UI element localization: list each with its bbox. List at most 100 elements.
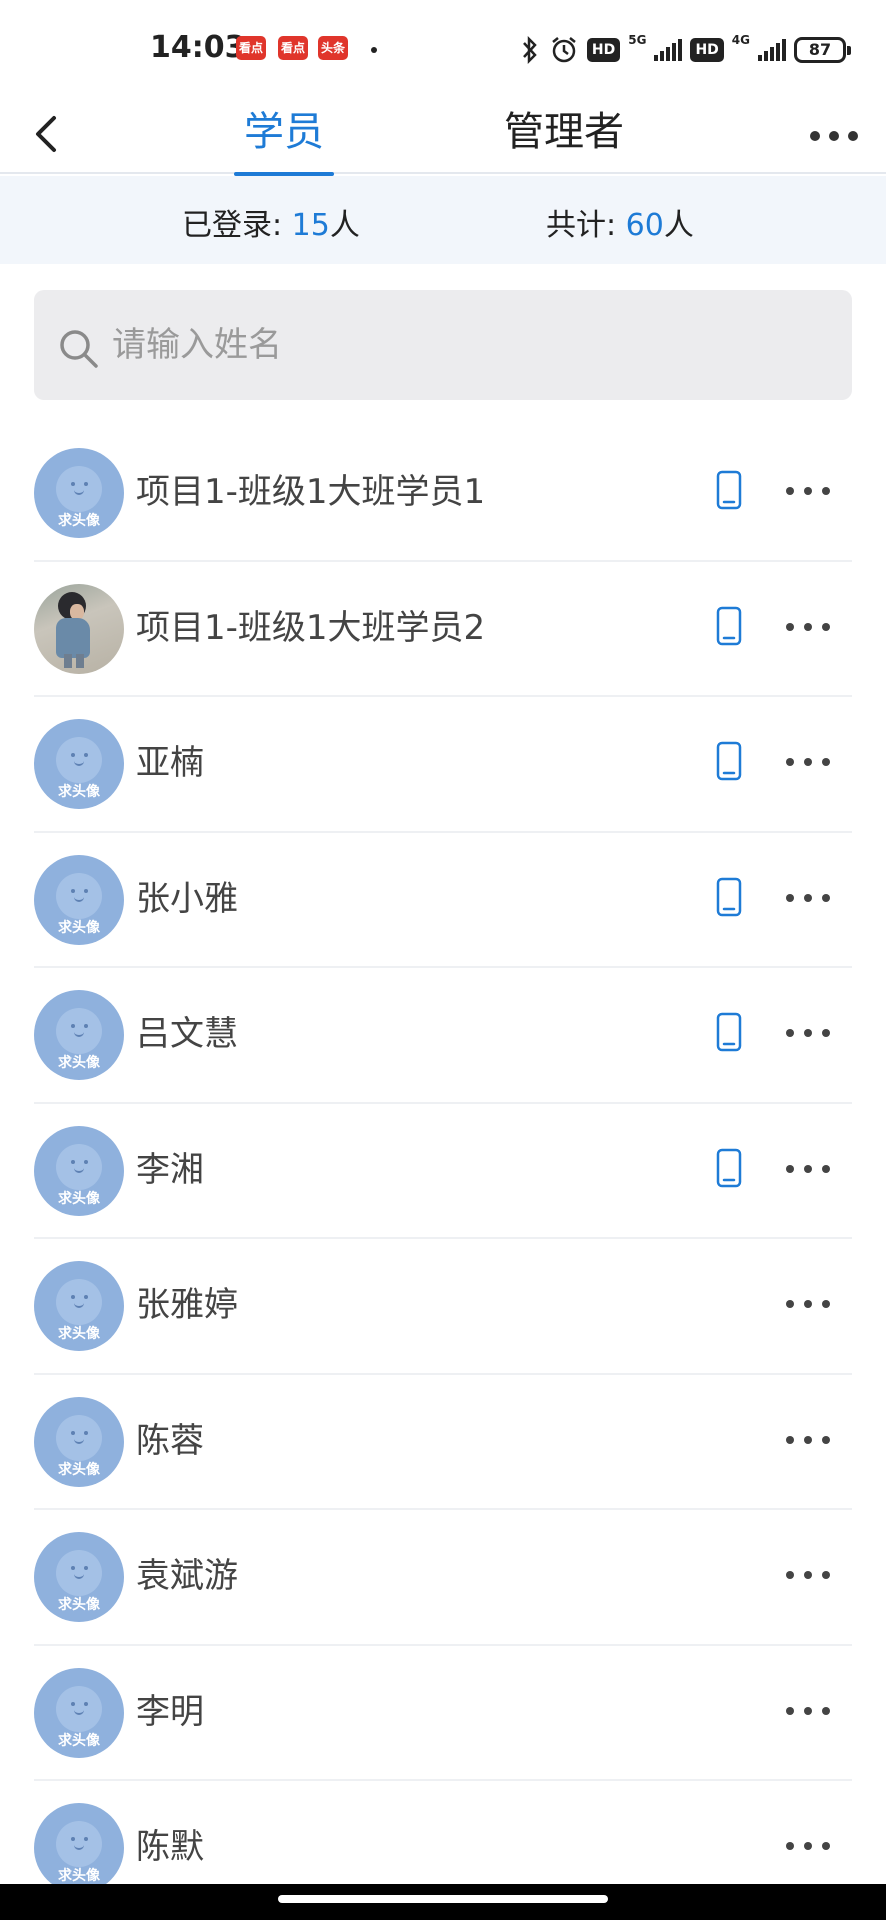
notification-dot	[371, 47, 377, 53]
row-more-button[interactable]	[786, 486, 830, 496]
login-summary: 已登录: 15人 共计: 60人	[0, 176, 886, 264]
avatar: 求头像	[34, 990, 124, 1080]
student-name: 陈默	[136, 1827, 204, 1867]
avatar: 求头像	[34, 448, 124, 538]
list-item[interactable]: 求头像 项目1-班级1大班学员1	[0, 426, 886, 562]
hd-badge: HD	[690, 38, 724, 62]
row-more-button[interactable]	[786, 893, 830, 903]
student-name: 李明	[136, 1691, 204, 1732]
row-more-button[interactable]	[786, 1028, 830, 1038]
row-more-button[interactable]	[786, 1435, 830, 1445]
row-more-button[interactable]	[786, 757, 830, 767]
row-more-button[interactable]	[786, 1164, 830, 1174]
row-more-button[interactable]	[786, 1299, 830, 1309]
student-name: 吕文慧	[136, 1014, 238, 1054]
student-list: 求头像 项目1-班级1大班学员1 项目1-班级1大班学员2 求头像 亚楠 求头像 张小雅 求头…	[0, 426, 886, 1917]
phone-icon	[716, 606, 742, 645]
kandian-app-icon: 看点	[278, 36, 308, 60]
more-options-button[interactable]	[810, 116, 858, 156]
more-dot	[804, 622, 812, 631]
logged-label: 已登录:	[182, 208, 292, 243]
tab-managers[interactable]: 管理者	[498, 102, 630, 174]
more-dot	[804, 1435, 812, 1444]
system-nav-bar	[0, 1884, 886, 1920]
back-button[interactable]	[26, 104, 70, 164]
list-item[interactable]: 求头像 陈蓉	[0, 1375, 886, 1511]
more-dot	[804, 1706, 812, 1715]
list-item[interactable]: 求头像 李明	[0, 1646, 886, 1782]
tab-students[interactable]: 学员	[234, 102, 334, 176]
total-unit: 人	[663, 208, 694, 243]
student-name: 张雅婷	[136, 1285, 238, 1325]
list-item[interactable]: 项目1-班级1大班学员2	[0, 562, 886, 698]
more-dot	[822, 1029, 830, 1037]
more-dot	[786, 1300, 794, 1308]
more-dot	[786, 487, 794, 495]
row-more-button[interactable]	[786, 1841, 830, 1851]
total-label: 共计:	[546, 208, 626, 243]
list-item[interactable]: 求头像 张小雅	[0, 833, 886, 969]
more-dot	[804, 893, 812, 902]
avatar-caption: 求头像	[58, 784, 100, 800]
list-item[interactable]: 求头像 袁斌游	[0, 1510, 886, 1646]
list-item[interactable]: 求头像 吕文慧	[0, 968, 886, 1104]
search-icon	[60, 330, 98, 368]
search-box[interactable]	[34, 290, 852, 400]
top-nav: 学员 管理者	[0, 96, 886, 176]
avatar-caption: 求头像	[58, 919, 100, 936]
total-number: 60	[625, 208, 664, 243]
network-5g-label: 5G	[628, 33, 647, 47]
hd-badge: HD	[586, 38, 621, 62]
list-item[interactable]: 求头像 张雅婷	[0, 1239, 886, 1375]
more-dot	[786, 1435, 794, 1444]
avatar-caption: 求头像	[58, 1461, 100, 1478]
more-dot	[829, 131, 839, 141]
status-time: 14:03	[150, 30, 246, 65]
network-4g-label: 4G	[731, 33, 750, 47]
row-more-button[interactable]	[786, 1706, 830, 1716]
more-dot	[804, 1300, 812, 1308]
more-dot	[804, 1164, 812, 1173]
phone-icon	[716, 1148, 742, 1187]
signal-icon	[654, 39, 683, 61]
more-dot	[822, 1706, 830, 1715]
avatar-caption: 求头像	[58, 1326, 100, 1342]
more-dot	[822, 1300, 830, 1308]
avatar-caption: 求头像	[58, 1597, 100, 1613]
more-dot	[822, 1164, 830, 1173]
avatar: 求头像	[34, 1396, 124, 1487]
avatar: 求头像	[34, 1532, 124, 1622]
signal-icon	[758, 39, 786, 61]
more-dot	[822, 487, 830, 495]
status-bar: 14:03 看点 看点 头条 HD 5G HD 4G 87	[0, 0, 886, 96]
more-dot	[822, 622, 830, 631]
avatar-caption: 求头像	[58, 1868, 100, 1884]
total-count: 共计: 60人	[546, 200, 694, 244]
more-dot	[804, 1029, 812, 1037]
bluetooth-icon	[522, 35, 537, 65]
logged-in-count: 已登录: 15人	[182, 200, 360, 244]
phone-icon	[716, 741, 742, 781]
more-dot	[822, 1571, 830, 1579]
student-name: 袁斌游	[136, 1556, 238, 1596]
row-more-button[interactable]	[786, 1570, 830, 1580]
home-indicator[interactable]	[278, 1895, 608, 1903]
more-dot	[822, 1842, 830, 1850]
avatar-caption: 求头像	[58, 1190, 100, 1207]
list-item[interactable]: 求头像 亚楠	[0, 697, 886, 833]
logged-unit: 人	[329, 208, 360, 243]
avatar: 求头像	[34, 1803, 124, 1893]
search-input[interactable]	[112, 318, 812, 372]
row-more-button[interactable]	[786, 622, 830, 632]
status-icons: HD 5G HD 4G 87	[519, 33, 851, 66]
list-item[interactable]: 求头像 李湘	[0, 1104, 886, 1240]
phone-icon	[716, 877, 742, 916]
more-dot	[804, 1571, 812, 1579]
more-dot	[786, 1164, 794, 1173]
more-dot	[786, 893, 794, 902]
more-dot	[822, 1435, 830, 1444]
phone-icon	[716, 470, 742, 510]
avatar: 求头像	[34, 719, 124, 809]
chevron-left-icon	[36, 116, 56, 152]
avatar: 求头像	[34, 1261, 124, 1351]
